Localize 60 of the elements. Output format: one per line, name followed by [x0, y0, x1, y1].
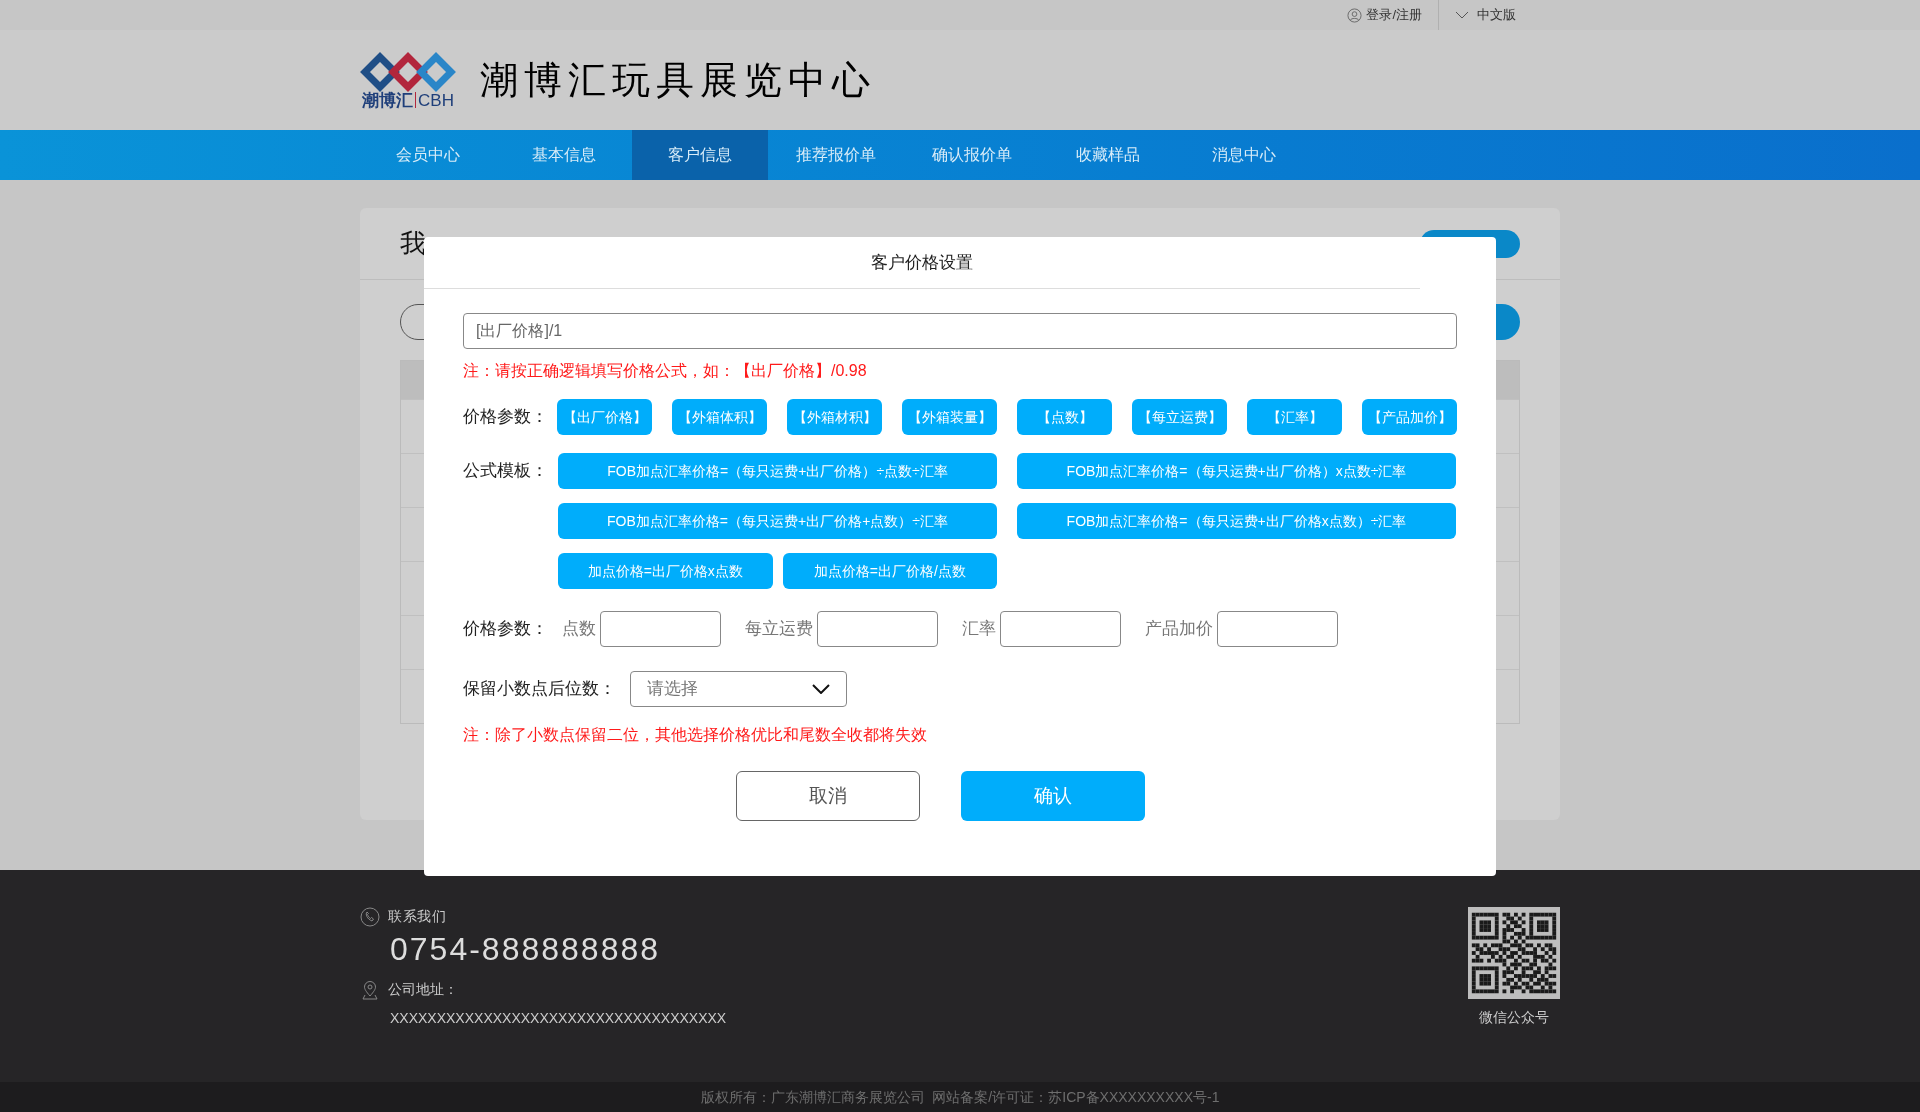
- nav-tab[interactable]: 确认报价单: [904, 130, 1040, 180]
- qr-caption: 微信公众号: [1479, 1008, 1549, 1027]
- language-link[interactable]: 中文版: [1477, 5, 1516, 25]
- nav-tab[interactable]: 客户信息: [632, 130, 768, 180]
- param-button[interactable]: 【外箱体积】: [672, 399, 767, 435]
- template-button[interactable]: FOB加点汇率价格=（每只运费+出厂价格）÷点数÷汇率: [558, 453, 997, 489]
- param-input[interactable]: [600, 611, 721, 647]
- param-input[interactable]: [817, 611, 938, 647]
- login-link[interactable]: 登录/注册: [1366, 5, 1422, 25]
- param-button[interactable]: 【点数】: [1017, 399, 1112, 435]
- template-button[interactable]: FOB加点汇率价格=（每只运费+出厂价格+点数）÷汇率: [558, 503, 997, 539]
- nav-tab[interactable]: 收藏样品: [1040, 130, 1176, 180]
- template-button[interactable]: FOB加点汇率价格=（每只运费+出厂价格）x点数÷汇率: [1017, 453, 1456, 489]
- chevron-down-icon: [812, 684, 830, 694]
- logo-rings-icon: [360, 51, 456, 92]
- param-input[interactable]: [1217, 611, 1338, 647]
- location-pin-icon: [360, 979, 380, 1000]
- param-button[interactable]: 【外箱材积】: [787, 399, 882, 435]
- param-button[interactable]: 【每立运费】: [1132, 399, 1227, 435]
- param-button[interactable]: 【汇率】: [1247, 399, 1342, 435]
- logo-text: 潮博汇: [362, 91, 414, 109]
- nav-tab[interactable]: 推荐报价单: [768, 130, 904, 180]
- template-button[interactable]: 加点价格=出厂价格/点数: [782, 553, 997, 589]
- formula-input[interactable]: [出厂价格]/1: [463, 313, 1457, 349]
- nav-tab[interactable]: 基本信息: [496, 130, 632, 180]
- user-icon: [1347, 7, 1363, 23]
- field-label: 汇率: [962, 618, 996, 641]
- param-button[interactable]: 【外箱装量】: [902, 399, 997, 435]
- dialog-title: 客户价格设置: [871, 251, 973, 274]
- select-placeholder: 请选择: [647, 678, 698, 701]
- address-text: XXXXXXXXXXXXXXXXXXXXXXXXXXXXXXXXXXXX: [390, 1009, 727, 1028]
- site-title: 潮博汇玩具展览中心: [480, 56, 876, 104]
- param-label: 价格参数：: [463, 406, 549, 429]
- confirm-button[interactable]: 确认: [960, 771, 1145, 821]
- template-button[interactable]: FOB加点汇率价格=（每只运费+出厂价格x点数）÷汇率: [1017, 503, 1456, 539]
- chevron-down-icon: [1455, 11, 1469, 19]
- param-input[interactable]: [1000, 611, 1121, 647]
- param-button[interactable]: 【产品加价】: [1362, 399, 1457, 435]
- formula-note: 注：请按正确逻辑填写价格公式，如：【出厂价格】/0.98: [463, 361, 868, 381]
- decimals-select[interactable]: 请选择: [630, 671, 847, 707]
- field-label: 产品加价: [1145, 618, 1213, 641]
- logo-text: CBH: [418, 91, 454, 109]
- decimals-label: 保留小数点后位数：: [463, 678, 616, 701]
- param-button[interactable]: 【出厂价格】: [557, 399, 652, 435]
- contact-label: 联系我们: [388, 907, 447, 926]
- template-button[interactable]: 加点价格=出厂价格x点数: [558, 553, 773, 589]
- nav-tab[interactable]: 消息中心: [1176, 130, 1312, 180]
- copyright-text: 版权所有：广东潮博汇商务展览公司 网站备案/许可证：苏ICP备XXXXXXXXXX号-1: [700, 1087, 1220, 1107]
- address-label: 公司地址：: [388, 980, 458, 999]
- field-label: 点数: [562, 618, 596, 641]
- value-label: 价格参数：: [463, 618, 549, 641]
- cancel-button[interactable]: 取消: [735, 771, 920, 821]
- site-logo[interactable]: 潮博汇 CBH: [360, 51, 456, 109]
- field-label: 每立运费: [745, 618, 813, 641]
- phone-icon: [360, 906, 380, 927]
- template-label: 公式模板：: [463, 460, 549, 482]
- decimals-note: 注：除了小数点保留二位，其他选择价格优比和尾数全收都将失效: [463, 725, 928, 745]
- page-title: 我: [400, 227, 426, 260]
- nav-tab[interactable]: 会员中心: [360, 130, 496, 180]
- phone-number: 0754-888888888: [390, 930, 661, 969]
